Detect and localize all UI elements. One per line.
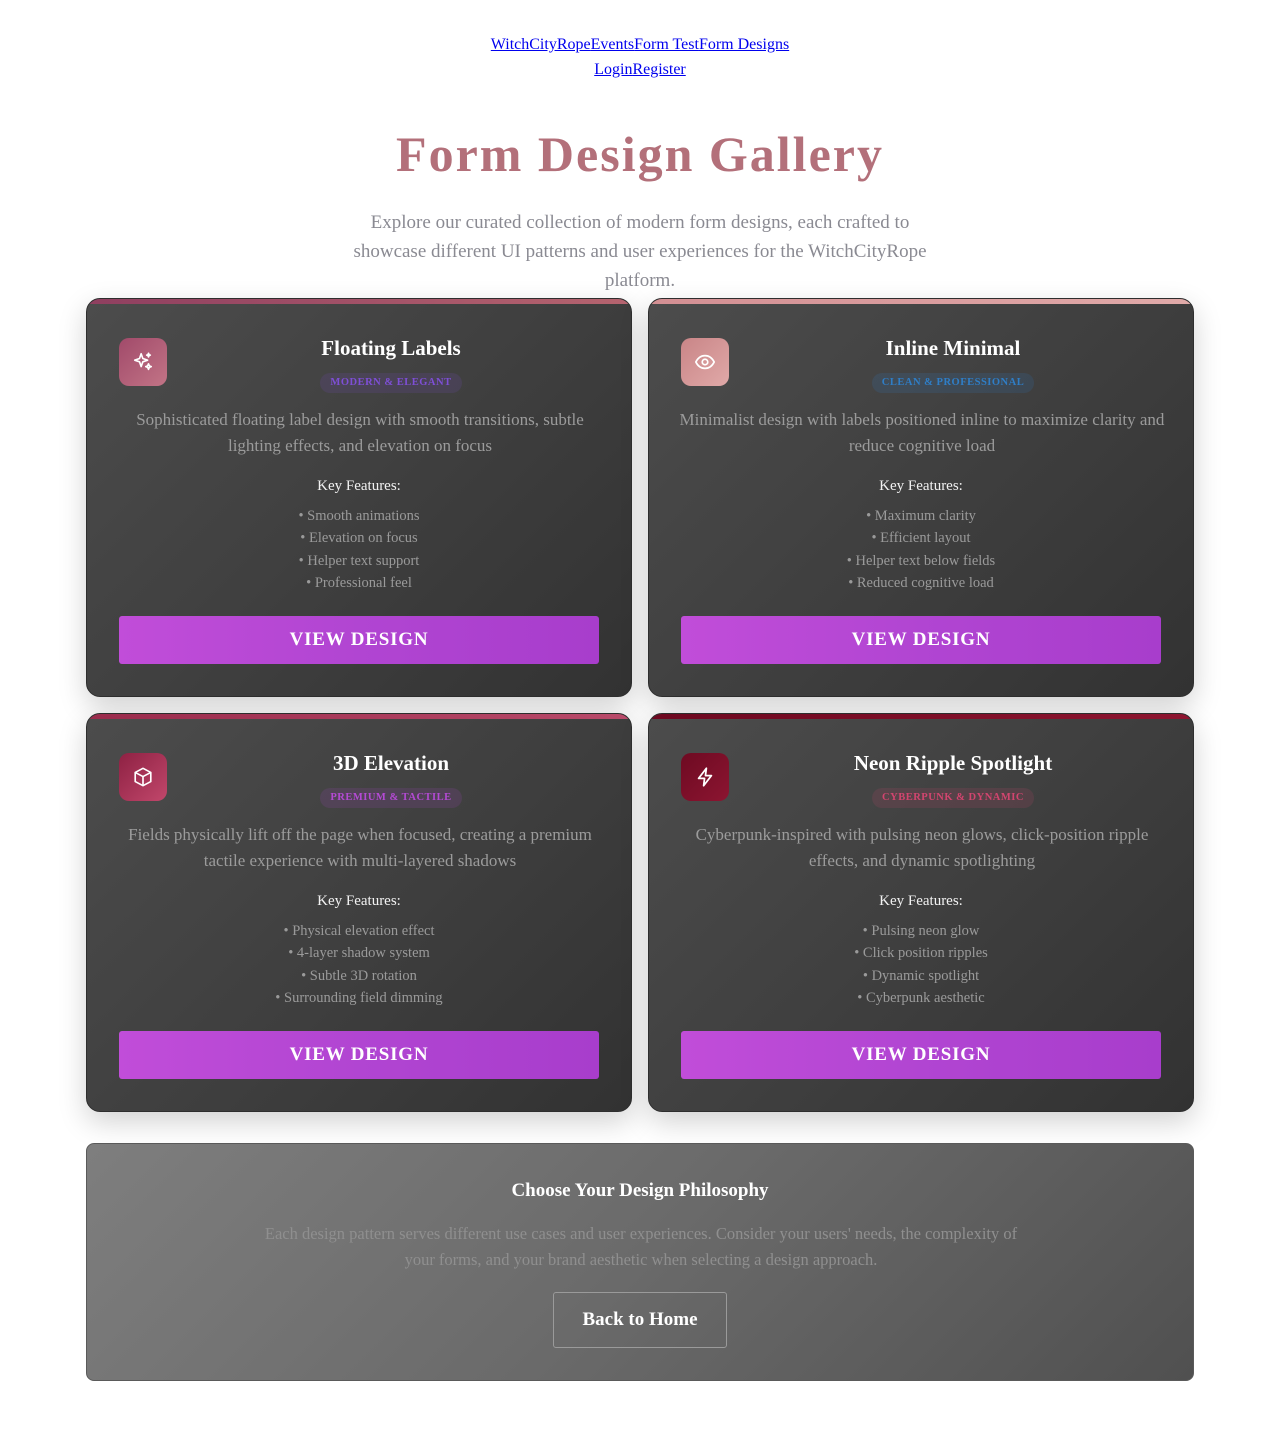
design-card-neon-ripple: Neon Ripple Spotlight CYBERPUNK & DYNAMI… bbox=[648, 713, 1194, 1112]
card-badge: MODERN & ELEGANT bbox=[320, 373, 462, 393]
features-list: • Maximum clarity • Efficient layout • H… bbox=[649, 505, 1193, 595]
feature-item: • Maximum clarity bbox=[866, 508, 976, 524]
top-nav: WitchCityRopeEventsForm TestForm Designs… bbox=[0, 32, 1280, 82]
philosophy-title: Choose Your Design Philosophy bbox=[511, 1180, 769, 1201]
feature-item: • Elevation on focus bbox=[300, 530, 418, 547]
feature-item: • Click position ripples bbox=[854, 945, 988, 962]
card-title: Neon Ripple Spotlight bbox=[853, 751, 1053, 775]
card-description: Fields physically lift off the page when… bbox=[128, 825, 592, 870]
card-title: Inline Minimal bbox=[885, 336, 1021, 360]
features-heading: Key Features: bbox=[317, 478, 401, 494]
feature-item: • Reduced cognitive load bbox=[848, 575, 994, 592]
feature-item: • Efficient layout bbox=[871, 530, 971, 547]
design-philosophy-panel: Choose Your Design Philosophy Each desig… bbox=[86, 1143, 1194, 1381]
feature-item: • Professional feel bbox=[306, 575, 412, 592]
feature-item: • Dynamic spotlight bbox=[862, 967, 980, 984]
card-description: Minimalist design with labels positioned… bbox=[679, 410, 1165, 455]
card-title: 3D Elevation bbox=[332, 751, 450, 775]
card-accent-bar bbox=[649, 714, 1193, 719]
page-subtitle: Explore our curated collection of modern… bbox=[353, 212, 927, 291]
features-heading: Key Features: bbox=[879, 478, 963, 494]
card-badge: CYBERPUNK & DYNAMIC bbox=[872, 788, 1034, 808]
card-accent-bar bbox=[87, 714, 631, 719]
feature-item: • Surrounding field dimming bbox=[275, 990, 443, 1007]
page-title: Form Design Gallery bbox=[396, 126, 884, 182]
card-title: Floating Labels bbox=[321, 336, 461, 360]
nav-link-home[interactable]: WitchCityRope bbox=[491, 36, 591, 53]
nav-link-login[interactable]: Login bbox=[594, 61, 632, 78]
feature-item: • Physical elevation effect bbox=[283, 923, 435, 939]
features-heading: Key Features: bbox=[879, 893, 963, 909]
design-card-inline-minimal: Inline Minimal CLEAN & PROFESSIONAL Mini… bbox=[648, 298, 1194, 697]
nav-link-form-designs[interactable]: Form Designs bbox=[699, 36, 789, 53]
nav-link-form-test[interactable]: Form Test bbox=[634, 36, 699, 53]
back-to-home-button[interactable]: Back to Home bbox=[553, 1292, 727, 1348]
design-card-3d-elevation: 3D Elevation PREMIUM & TACTILE Fields ph… bbox=[86, 713, 632, 1112]
view-design-button[interactable]: VIEW DESIGN bbox=[681, 616, 1161, 664]
features-heading: Key Features: bbox=[317, 893, 401, 909]
features-list: • Pulsing neon glow • Click position rip… bbox=[649, 920, 1193, 1010]
philosophy-text: Each design pattern serves different use… bbox=[264, 1224, 1018, 1269]
features-list: • Physical elevation effect • 4-layer sh… bbox=[87, 920, 631, 1010]
card-badge: PREMIUM & TACTILE bbox=[320, 788, 462, 808]
nav-link-register[interactable]: Register bbox=[632, 61, 685, 78]
feature-item: • Smooth animations bbox=[298, 508, 420, 524]
card-description: Cyberpunk-inspired with pulsing neon glo… bbox=[695, 825, 1149, 870]
card-accent-bar bbox=[87, 299, 631, 304]
feature-item: • Pulsing neon glow bbox=[862, 923, 980, 939]
card-badge: CLEAN & PROFESSIONAL bbox=[871, 373, 1035, 393]
feature-item: • Helper text below fields bbox=[846, 552, 996, 569]
view-design-button[interactable]: VIEW DESIGN bbox=[119, 1031, 599, 1079]
card-accent-bar bbox=[649, 299, 1193, 304]
view-design-button[interactable]: VIEW DESIGN bbox=[119, 616, 599, 664]
card-description: Sophisticated floating label design with… bbox=[136, 410, 584, 455]
nav-link-events[interactable]: Events bbox=[591, 36, 635, 53]
nav-row-auth: LoginRegister bbox=[0, 57, 1280, 82]
feature-item: • 4-layer shadow system bbox=[288, 945, 430, 962]
features-list: • Smooth animations • Elevation on focus… bbox=[87, 505, 631, 595]
view-design-button[interactable]: VIEW DESIGN bbox=[681, 1031, 1161, 1079]
feature-item: • Cyberpunk aesthetic bbox=[857, 990, 985, 1007]
design-card-floating-labels: Floating Labels MODERN & ELEGANT Sophist… bbox=[86, 298, 632, 697]
feature-item: • Helper text support bbox=[298, 552, 420, 569]
nav-row-primary: WitchCityRopeEventsForm TestForm Designs bbox=[0, 32, 1280, 57]
feature-item: • Subtle 3D rotation bbox=[301, 967, 417, 984]
